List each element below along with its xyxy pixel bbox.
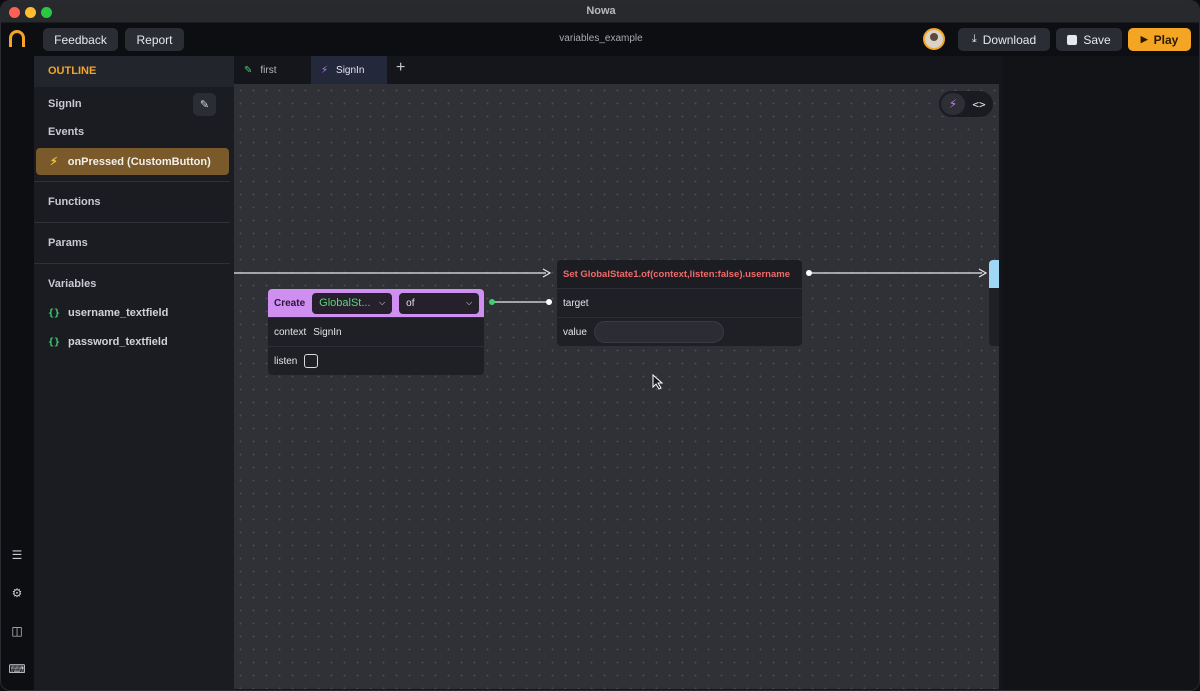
variables-section-label[interactable]: Variables [48,278,96,290]
value-label: value [563,326,587,338]
listen-label: listen [274,355,298,367]
tab-label: first [260,64,277,76]
feedback-label: Feedback [54,32,107,47]
method-value: of [406,297,415,309]
top-toolbar: Feedback Report variables_example ⤓ Down… [1,23,1199,56]
title-bar: Nowa [1,1,1199,23]
context-row: context SignIn [268,317,484,346]
flow-out-port[interactable] [806,270,812,276]
gear-icon[interactable]: ⚙ [10,586,24,600]
next-node-header [989,260,999,288]
context-label: context [274,326,307,338]
feedback-button[interactable]: Feedback [43,28,118,51]
code-icon: <> [972,97,986,111]
window-title: Nowa [586,5,616,17]
lightning-icon: ⚡︎ [948,97,958,111]
variable-item[interactable]: {} username_textfield [48,307,168,319]
add-tab-button[interactable]: + [396,59,405,77]
outline-panel: OUTLINE SignIn ✎ Events ⚡︎ onPressed (Cu… [34,56,234,690]
target-label: target [563,297,589,309]
variable-brace-icon: {} [48,307,61,319]
events-section-label[interactable]: Events [48,126,84,138]
pencil-icon: ✎ [244,64,253,76]
functions-section-label[interactable]: Functions [48,196,101,208]
divider [34,181,230,182]
output-port[interactable] [489,299,495,305]
context-value[interactable]: SignIn [313,327,341,338]
tab-signin[interactable]: ⚡︎ SignIn [311,56,387,84]
connection-wires [234,268,988,305]
create-node-header: Create GlobalSt... ⌵ of ⌵ [268,289,484,317]
mouse-cursor [652,374,664,390]
edit-screen-button[interactable]: ✎ [193,93,216,116]
left-rail: ☰ ⚙ ◫ ⌨ [1,56,34,690]
play-icon: ▶ [1140,34,1148,44]
app-window: Nowa Feedback Report variables_example ⤓… [0,0,1200,691]
next-node[interactable] [989,260,999,346]
logic-canvas[interactable]: ⚡︎ <> Create GlobalSt... ⌵ of ⌵ context [234,84,999,689]
chevron-down-icon: ⌵ [379,298,386,307]
create-node-title: Create [274,297,306,309]
report-button[interactable]: Report [125,28,184,51]
save-button[interactable]: Save [1056,28,1122,51]
download-label: Download [982,32,1037,47]
input-port[interactable] [546,299,552,305]
nowa-logo-icon[interactable] [9,30,25,47]
class-dropdown[interactable]: GlobalSt... ⌵ [312,292,393,314]
lightning-icon: ⚡︎ [50,156,58,168]
divider [34,263,230,264]
create-node[interactable]: Create GlobalSt... ⌵ of ⌵ context SignIn… [268,289,484,375]
tab-first[interactable]: ✎ first [234,56,311,84]
value-input[interactable] [593,321,724,343]
divider [34,222,230,223]
listen-row: listen [268,346,484,375]
download-button[interactable]: ⤓ Download [958,28,1050,51]
target-row: target [557,288,802,317]
save-icon [1067,34,1078,45]
document-name: variables_example [559,33,643,44]
code-mode-toggle[interactable]: <> [967,93,991,115]
download-icon: ⤓ [971,33,977,45]
set-node-title: Set GlobalState1.of(context,listen:false… [557,260,802,288]
logic-mode-toggle[interactable]: ⚡︎ [941,93,965,115]
screen-name[interactable]: SignIn [48,98,82,110]
layers-icon[interactable]: ☰ [10,548,24,562]
avatar[interactable] [923,28,945,50]
folder-icon[interactable]: ◫ [10,624,24,638]
tab-label: SignIn [336,64,365,76]
event-item-onpressed[interactable]: ⚡︎ onPressed (CustomButton) [36,148,229,175]
keyboard-icon[interactable]: ⌨ [8,662,25,676]
set-node[interactable]: Set GlobalState1.of(context,listen:false… [557,260,802,346]
variable-brace-icon: {} [48,336,61,348]
listen-checkbox[interactable] [304,354,319,368]
lightning-icon: ⚡︎ [321,64,329,76]
class-value: GlobalSt... [319,297,371,309]
save-label: Save [1083,32,1111,47]
right-panel [1002,56,1199,690]
event-item-label: onPressed (CustomButton) [67,155,211,168]
variable-label: username_textfield [68,307,169,319]
editor-tabs: ✎ first ⚡︎ SignIn + [234,56,1002,84]
view-mode-switch: ⚡︎ <> [939,91,993,117]
report-label: Report [136,32,173,47]
value-row: value [557,317,802,346]
params-section-label[interactable]: Params [48,237,88,249]
pencil-icon: ✎ [199,99,210,111]
method-dropdown[interactable]: of ⌵ [399,292,480,314]
play-button[interactable]: ▶ Play [1128,28,1191,51]
variable-item[interactable]: {} password_textfield [48,336,168,348]
outline-header: OUTLINE [34,56,234,87]
chevron-down-icon: ⌵ [466,298,473,307]
play-label: Play [1153,32,1179,47]
variable-label: password_textfield [68,336,168,348]
